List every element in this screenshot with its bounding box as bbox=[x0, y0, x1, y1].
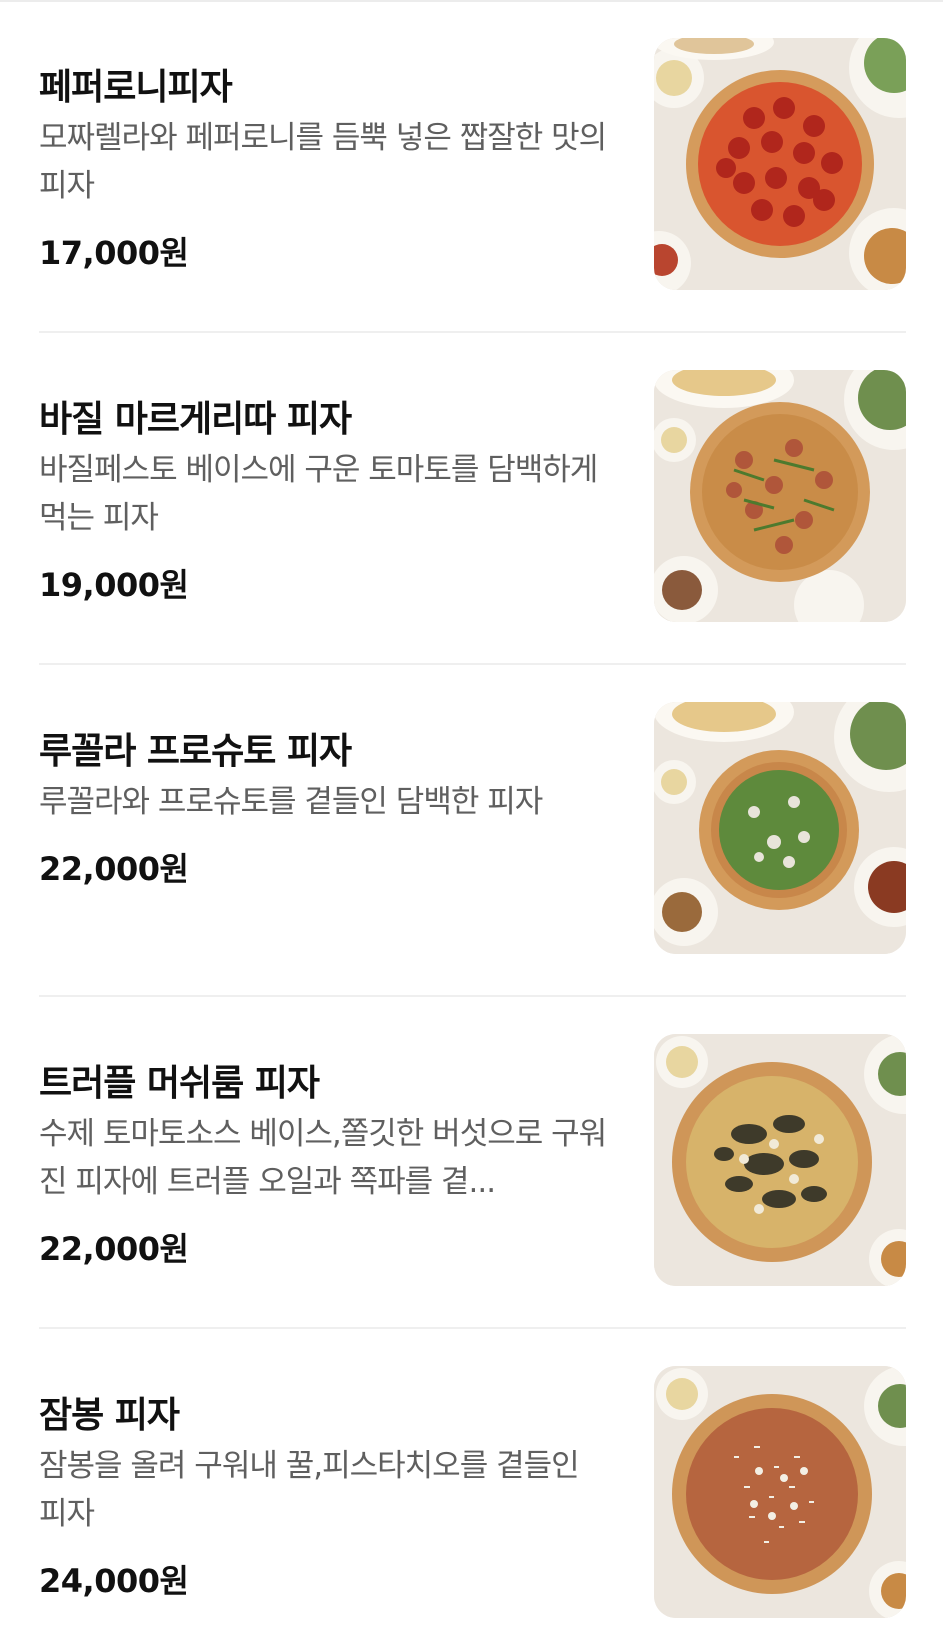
menu-item-photo bbox=[654, 702, 906, 954]
menu-item-name: 루꼴라 프로슈토 피자 bbox=[39, 731, 352, 772]
menu-item-photo bbox=[654, 1034, 906, 1286]
menu-item-arugula-prosciutto[interactable]: 루꼴라 프로슈토 피자 루꼴라와 프로슈토를 곁들인 담백한 피자 22,000… bbox=[0, 666, 943, 998]
menu-item-name: 바질 마르게리따 피자 bbox=[39, 399, 352, 440]
menu-item-price: 22,000원 bbox=[39, 850, 189, 888]
menu-item-basil-margherita[interactable]: 바질 마르게리따 피자 바질페스토 베이스에 구운 토마토를 담백하게 먹는 피… bbox=[0, 334, 943, 666]
menu-item-name: 트러플 머쉬룸 피자 bbox=[39, 1063, 320, 1104]
menu-item-price: 22,000원 bbox=[39, 1230, 189, 1268]
menu-item-price: 17,000원 bbox=[39, 234, 189, 272]
menu-item-description: 루꼴라와 프로슈토를 곁들인 담백한 피자 bbox=[39, 784, 543, 820]
menu-item-photo bbox=[654, 1366, 906, 1618]
divider bbox=[39, 995, 906, 997]
menu-item-photo bbox=[654, 38, 906, 290]
menu-item-description: 수제 토마토소스 베이스,쫄깃한 버섯으로 구워진 피자에 트러플 오일과 쪽파… bbox=[39, 1116, 607, 1200]
menu-item-price: 19,000원 bbox=[39, 566, 189, 604]
menu-item-description: 모짜렐라와 페퍼로니를 듬뿍 넣은 짭잘한 맛의 피자 bbox=[39, 120, 607, 204]
menu-item-name: 잠봉 피자 bbox=[39, 1395, 180, 1436]
divider bbox=[39, 663, 906, 665]
menu-item-photo bbox=[654, 370, 906, 622]
menu-item-description: 바질페스토 베이스에 구운 토마토를 담백하게 먹는 피자 bbox=[39, 452, 598, 536]
menu-item-truffle-mushroom[interactable]: 트러플 머쉬룸 피자 수제 토마토소스 베이스,쫄깃한 버섯으로 구워진 피자에… bbox=[0, 998, 943, 1330]
menu-item-description: 잠봉을 올려 구워내 꿀,피스타치오를 곁들인 피자 bbox=[39, 1448, 580, 1532]
divider bbox=[39, 1327, 906, 1329]
divider bbox=[39, 331, 906, 333]
menu-item-price: 24,000원 bbox=[39, 1562, 189, 1600]
menu-item-jambon[interactable]: 잠봉 피자 잠봉을 올려 구워내 꿀,피스타치오를 곁들인 피자 24,000원 bbox=[0, 1330, 943, 1651]
menu-item-pepperoni[interactable]: 페퍼로니피자 모짜렐라와 페퍼로니를 듬뿍 넣은 짭잘한 맛의 피자 17,00… bbox=[0, 2, 943, 334]
menu-item-name: 페퍼로니피자 bbox=[39, 67, 233, 108]
